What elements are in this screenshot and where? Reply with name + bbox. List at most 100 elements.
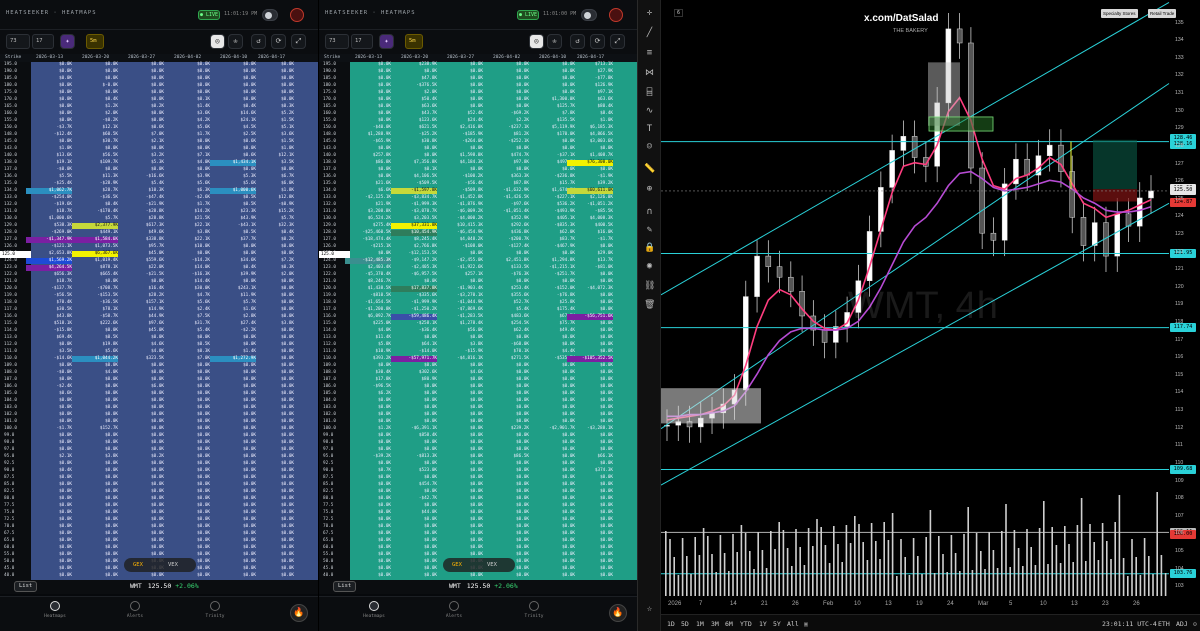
heatmap-cell[interactable]: $0.0K [437, 482, 483, 488]
theme-toggle[interactable] [262, 9, 278, 21]
heatmap-cell[interactable]: $87.8K [483, 181, 529, 187]
expiry-date-header[interactable]: 2026-04-02 [493, 55, 520, 60]
heatmap-cell[interactable]: $0.0K [567, 377, 613, 383]
heatmap-cell[interactable]: -$4,000.2K [437, 216, 483, 222]
heatmap-cell[interactable]: $0.4K [72, 202, 118, 208]
heatmap-cell[interactable]: -$264.0K [437, 139, 483, 145]
heatmap-cell[interactable]: $0.0K [26, 552, 72, 558]
heatmap-cell[interactable]: $30.7K [72, 139, 118, 145]
heatmap-cell[interactable]: $0.2K [118, 454, 164, 460]
heatmap-cell[interactable]: $0.0K [391, 566, 437, 572]
heatmap-cell[interactable]: $6,092.7K [345, 314, 391, 320]
heatmap-cell[interactable]: $14.4K [164, 279, 210, 285]
heatmap-cell[interactable]: $0.0K [118, 405, 164, 411]
heatmap-cell[interactable]: $0.0K [391, 524, 437, 530]
heatmap-cell[interactable]: $80.4K [567, 104, 613, 110]
heatmap-cell[interactable]: $257.8K [345, 153, 391, 159]
heatmap-cell[interactable]: $0.0K [164, 139, 210, 145]
heatmap-cell[interactable]: $0.0K [437, 335, 483, 341]
expiry-date-header[interactable]: 2026-03-27 [447, 55, 474, 60]
heatmap-cell[interactable]: $0.0K [164, 405, 210, 411]
heatmap-cell[interactable]: $0.0K [26, 517, 72, 523]
heatmap-cell[interactable]: $43.7K [391, 111, 437, 117]
tradingview-chart[interactable]: ✛ ╱ ≡ ⋈ ⌸ ∿ T ☺ 📏 ⊕ ∩ ✎ 🔒 ◉ ⛓ 🗑 ☆ 6 x.co… [637, 0, 1200, 631]
channel-line[interactable] [661, 2, 1170, 296]
heatmap-cell[interactable]: $0.0K [437, 468, 483, 474]
heatmap-cell[interactable]: $0.2K [118, 104, 164, 110]
heatmap-cell[interactable]: $1.0K [248, 146, 294, 152]
heatmap-cell[interactable]: $86.8K [345, 160, 391, 166]
heatmap-cell[interactable]: $0.0K [118, 573, 164, 579]
heatmap-cell[interactable]: $0.0K [72, 496, 118, 502]
heatmap-cell[interactable]: -$2.4K [26, 384, 72, 390]
nav-heatmaps[interactable]: Heatmaps [30, 601, 80, 619]
heatmap-cell[interactable]: $0.0K [437, 517, 483, 523]
heatmap-cell[interactable]: $0.0K [567, 405, 613, 411]
heatmap-cell[interactable]: $0.0K [118, 468, 164, 474]
measure-tool-icon[interactable]: ⌸ [644, 88, 655, 99]
heatmap-cell[interactable]: $0.0K [72, 146, 118, 152]
heatmap-cell[interactable]: $0.0K [567, 573, 613, 579]
nav-heatmaps[interactable]: Heatmaps [349, 601, 399, 619]
heatmap-cell[interactable]: $0.0K [483, 433, 529, 439]
heatmap-cell[interactable]: $665.4K [72, 272, 118, 278]
heatmap-cell[interactable]: $0.0K [248, 300, 294, 306]
heatmap-cell[interactable]: $3.9K [164, 174, 210, 180]
heatmap-cell[interactable]: $39.2K [567, 181, 613, 187]
heatmap-cell[interactable]: -$1,250.2K [391, 307, 437, 313]
heatmap-cell[interactable]: $0.0K [72, 538, 118, 544]
heatmap-cell[interactable]: $66.1K [567, 454, 613, 460]
supply-zone-box[interactable] [928, 62, 960, 126]
heatmap-cell[interactable]: $0.0K [248, 251, 294, 257]
heatmap-cell[interactable]: $0.0K [118, 517, 164, 523]
heatmap-cell[interactable]: $0.0K [72, 468, 118, 474]
heatmap-cell[interactable]: $0.0K [26, 503, 72, 509]
heatmap-cell[interactable]: $0.1K [164, 97, 210, 103]
heatmap-cell[interactable]: -$14.2K [164, 258, 210, 264]
heatmap-cell[interactable]: $0.0K [567, 503, 613, 509]
heatmap-cell[interactable]: $3.8K [72, 454, 118, 460]
heatmap-cell[interactable]: $0.0K [391, 447, 437, 453]
heatmap-cell[interactable]: $0.0K [164, 496, 210, 502]
heatmap-cell[interactable]: $0.0K [483, 461, 529, 467]
heatmap-cell[interactable]: $4.0K [118, 349, 164, 355]
heatmap-cell[interactable]: $1,000.6K [26, 216, 72, 222]
heatmap-cell[interactable]: $0.0K [345, 545, 391, 551]
heatmap-cell[interactable]: -$121.1K [26, 244, 72, 250]
heatmap-cell[interactable]: $0.0K [248, 447, 294, 453]
heatmap-cell[interactable]: $0.0K [483, 545, 529, 551]
heatmap-cell[interactable]: -$1,452.8K [437, 195, 483, 201]
heatmap-cell[interactable]: $18.7K [26, 209, 72, 215]
heatmap-cell[interactable]: $253.4K [483, 286, 529, 292]
heatmap-cell[interactable]: $0.0K [567, 391, 613, 397]
heatmap-cell[interactable]: $80.9K [391, 377, 437, 383]
heatmap-cell[interactable]: $63.6K [391, 104, 437, 110]
heatmap-cell[interactable]: $0.0K [72, 559, 118, 565]
heatmap-cell[interactable]: $0.0K [437, 90, 483, 96]
heatmap-cell[interactable]: $0.0K [567, 363, 613, 369]
heatmap-cell[interactable]: $0.0K [248, 524, 294, 530]
heatmap-cell[interactable]: -$6,454.9K [437, 230, 483, 236]
heatmap-cell[interactable]: $3.6K [248, 132, 294, 138]
heatmap-cell[interactable]: $0.0K [345, 90, 391, 96]
heatmap-cell[interactable]: $64.1K [391, 342, 437, 348]
expiry-count-select[interactable]: 17 [351, 34, 373, 49]
heatmap-cell[interactable]: $1,044.2K [72, 356, 118, 362]
heatmap-cell[interactable]: $0.0K [164, 545, 210, 551]
heatmap-cell[interactable]: $2,403.4K [345, 265, 391, 271]
heatmap-cell[interactable]: $238.9K [391, 62, 437, 68]
heatmap-cell[interactable]: -$68.0K [483, 342, 529, 348]
heatmap-cell[interactable]: $0.0K [437, 251, 483, 257]
heatmap-cell[interactable]: -$81.0K [567, 265, 613, 271]
heatmap-cell[interactable]: $0.0K [567, 566, 613, 572]
heatmap-cell[interactable]: $0.0K [345, 251, 391, 257]
heatmap-cell[interactable]: $0.0K [437, 377, 483, 383]
heatmap-cell[interactable]: $0.0K [391, 573, 437, 579]
heatmap-cell[interactable]: $6.2K [345, 391, 391, 397]
gex-option[interactable]: GEX [133, 558, 143, 572]
heatmap-cell[interactable]: $0.0K [567, 447, 613, 453]
heatmap-cell[interactable]: $0.0K [567, 412, 613, 418]
heatmap-cell[interactable]: $0.0K [437, 433, 483, 439]
heatmap-cell[interactable]: $6,185.3K [567, 125, 613, 131]
heatmap-cell[interactable]: $0.0K [567, 244, 613, 250]
